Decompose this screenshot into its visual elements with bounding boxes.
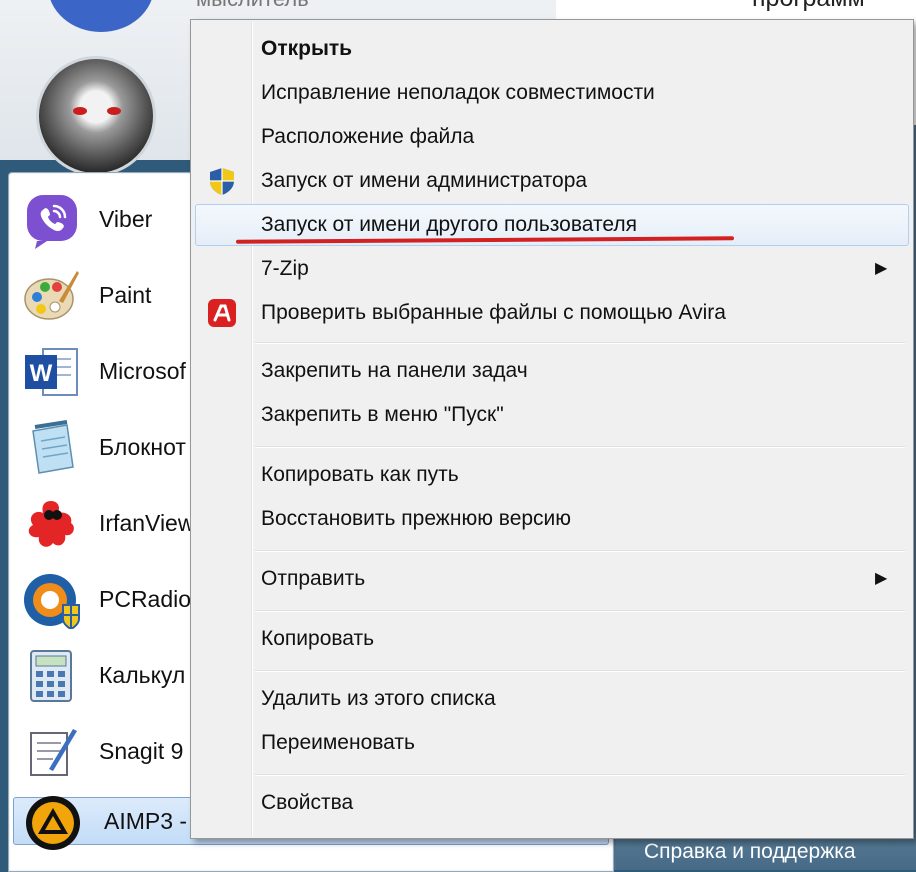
help-and-support-link[interactable]: Справка и поддержка <box>616 834 916 870</box>
submenu-arrow-icon: ▶ <box>875 260 888 277</box>
menu-item-properties[interactable]: Свойства <box>195 783 909 823</box>
menu-separator <box>255 446 905 448</box>
submenu-arrow-icon: ▶ <box>875 570 888 587</box>
menu-item-label: Запуск от имени администратора <box>261 169 588 192</box>
menu-item-label: Исправление неполадок совместимости <box>261 81 655 104</box>
calculator-icon <box>30 650 72 702</box>
menu-item-label: 7-Zip <box>261 257 309 280</box>
menu-item-restore-previous[interactable]: Восстановить прежнюю версию <box>195 499 909 539</box>
viber-icon <box>27 195 77 249</box>
menu-item-label: Копировать <box>261 627 375 650</box>
context-menu: Открыть Исправление неполадок совместимо… <box>190 19 914 839</box>
menu-item-label: Отправить <box>261 567 366 590</box>
menu-separator <box>255 342 905 344</box>
notepad-icon <box>32 420 74 474</box>
menu-item-label: Копировать как путь <box>261 463 459 486</box>
program-label: Блокнот <box>99 434 186 460</box>
menu-separator <box>255 610 905 612</box>
word-icon: W <box>25 348 78 396</box>
menu-item-label: Восстановить прежнюю версию <box>261 507 572 530</box>
menu-item-run-as-admin[interactable]: Запуск от имени администратора <box>195 161 909 201</box>
menu-item-open[interactable]: Открыть <box>195 29 909 69</box>
program-label: PCRadio <box>99 586 192 612</box>
menu-separator <box>255 670 905 672</box>
program-label: Snagit 9 <box>99 738 184 764</box>
avatar-eye-right <box>107 107 121 115</box>
top-left-cut-text: мыслитель <box>196 0 309 12</box>
menu-item-scan-avira[interactable]: Проверить выбранные файлы с помощью Avir… <box>195 293 909 333</box>
menu-item-label: Свойства <box>261 791 354 814</box>
menu-separator <box>255 550 905 552</box>
program-label: Viber <box>99 206 153 232</box>
menu-item-copy[interactable]: Копировать <box>195 619 909 659</box>
program-label: Paint <box>99 282 152 308</box>
menu-item-remove-from-list[interactable]: Удалить из этого списка <box>195 679 909 719</box>
menu-item-label: Закрепить на панели задач <box>261 359 528 382</box>
wolf-avatar[interactable] <box>36 56 156 176</box>
top-right-cut-text: программ <box>752 0 865 13</box>
menu-item-pin-taskbar[interactable]: Закрепить на панели задач <box>195 351 909 391</box>
avira-icon <box>208 299 236 327</box>
uac-shield-icon <box>210 168 234 195</box>
menu-item-label: Удалить из этого списка <box>261 687 496 710</box>
menu-item-label: Проверить выбранные файлы с помощью Avir… <box>261 301 726 324</box>
menu-item-send-to[interactable]: Отправить ▶ <box>195 559 909 599</box>
menu-item-label: Переименовать <box>261 731 415 754</box>
program-label: IrfanView <box>99 510 195 536</box>
menu-item-troubleshoot-compatibility[interactable]: Исправление неполадок совместимости <box>195 73 909 113</box>
irfanview-icon <box>28 501 74 547</box>
menu-item-pin-start[interactable]: Закрепить в меню "Пуск" <box>195 395 909 435</box>
pcradio-icon <box>24 574 80 629</box>
menu-item-7zip[interactable]: 7-Zip ▶ <box>195 249 909 289</box>
menu-item-rename[interactable]: Переименовать <box>195 723 909 763</box>
menu-item-label: Расположение файла <box>261 125 475 148</box>
snagit-icon <box>30 729 77 776</box>
menu-item-copy-as-path[interactable]: Копировать как путь <box>195 455 909 495</box>
svg-text:W: W <box>30 360 53 387</box>
paint-palette-icon <box>24 271 79 320</box>
menu-item-label: Закрепить в меню "Пуск" <box>261 403 504 426</box>
avatar-eye-left <box>73 107 87 115</box>
program-label: Microsof <box>99 358 186 384</box>
menu-item-file-location[interactable]: Расположение файла <box>195 117 909 157</box>
program-label: Калькул <box>99 662 186 688</box>
aimp-icon <box>26 796 80 850</box>
menu-separator <box>255 774 905 776</box>
menu-item-label: Открыть <box>261 37 353 60</box>
